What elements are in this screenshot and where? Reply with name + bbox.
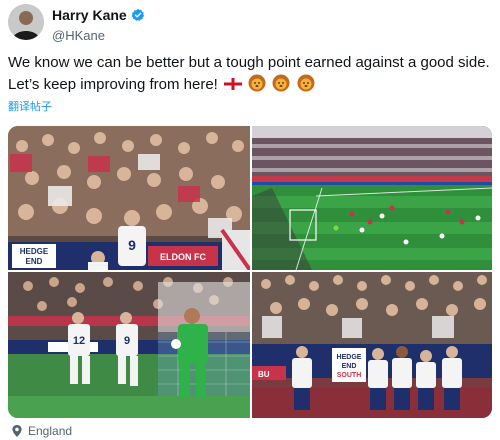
- author-display-name[interactable]: Harry Kane: [52, 7, 127, 23]
- lion-face-icon: [272, 74, 290, 92]
- photo-players-celebrating[interactable]: BU HEDGE END SOUTH: [252, 272, 492, 418]
- svg-text:HEDGE: HEDGE: [337, 354, 362, 361]
- author-name-row[interactable]: Harry Kane: [52, 7, 145, 23]
- svg-text:END: END: [26, 257, 43, 266]
- svg-text:12: 12: [73, 335, 85, 347]
- location-label[interactable]: England: [28, 424, 72, 438]
- tweet-text: We know we can be better but a tough poi…: [8, 52, 494, 96]
- avatar[interactable]: [8, 4, 44, 40]
- banner-hedge-end: HEDGE: [20, 247, 49, 256]
- photo-players-goalkeeper[interactable]: 12 9: [8, 272, 250, 418]
- shirt-number: 9: [128, 237, 136, 253]
- photo-stadium-pitch[interactable]: [252, 126, 492, 270]
- england-flag-icon: [224, 78, 242, 90]
- photo-fans-celebrating[interactable]: HEDGE END ELDON FC 9: [8, 126, 250, 270]
- tweet-header: Harry Kane @HKane: [8, 4, 488, 44]
- banner-eldon-fc: ELDON FC: [160, 252, 206, 262]
- svg-text:BU: BU: [258, 370, 270, 379]
- location-pin-icon: [12, 425, 22, 437]
- location-tag[interactable]: England: [10, 424, 72, 438]
- svg-text:SOUTH: SOUTH: [337, 372, 362, 379]
- verified-badge-icon: [131, 8, 144, 21]
- svg-text:END: END: [342, 363, 357, 370]
- tweet-line-2: Let’s keep improving from here!: [8, 76, 218, 93]
- photo-grid: HEDGE END ELDON FC 9 12 9 BU HEDGE END S…: [8, 126, 492, 418]
- svg-text:9: 9: [124, 335, 130, 347]
- translate-post-link[interactable]: 翻译帖子: [8, 98, 52, 114]
- tweet-line-1: We know we can be better but a tough poi…: [8, 54, 490, 71]
- author-handle[interactable]: @HKane: [52, 28, 145, 43]
- lion-face-icon: [297, 74, 315, 92]
- tweet-line-2-row: Let’s keep improving from here!: [8, 74, 494, 96]
- lion-face-icon: [248, 74, 266, 92]
